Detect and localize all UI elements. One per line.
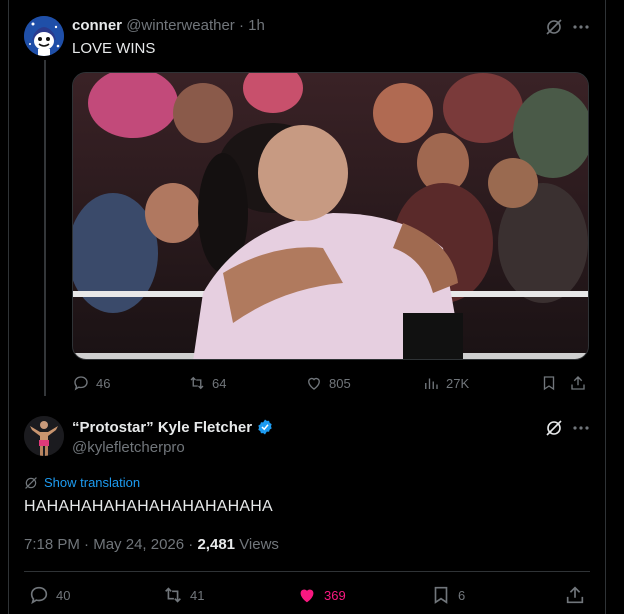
- like-button[interactable]: 805: [305, 374, 351, 392]
- tweet-actions: 46 64 805 27K: [72, 372, 590, 394]
- reply-icon: [74, 376, 88, 391]
- grok-icon[interactable]: [545, 419, 563, 437]
- share-button[interactable]: [569, 374, 587, 392]
- avatar[interactable]: [24, 416, 64, 456]
- bookmark-icon: [434, 586, 448, 604]
- bookmark-button[interactable]: [540, 374, 558, 392]
- views-count: 27K: [446, 375, 470, 391]
- more-icon[interactable]: [572, 18, 590, 36]
- repost-button[interactable]: 41: [162, 584, 204, 606]
- tweet-text: HAHAHAHAHAHAHAHAHAHAHA: [24, 498, 273, 515]
- separator: ·: [84, 536, 90, 553]
- show-translation-label: Show translation: [44, 475, 141, 490]
- display-name[interactable]: “Protostar” Kyle Fletcher: [72, 418, 274, 436]
- tweet-meta: 7:18 PM · May 24, 2026 · 2,481 Views: [24, 536, 279, 553]
- reply-count: 40: [56, 587, 71, 603]
- verified-icon: [258, 419, 272, 435]
- like-count: 369: [324, 587, 346, 603]
- repost-icon: [165, 587, 181, 603]
- share-icon: [571, 376, 585, 390]
- tweet-header: conner @winterweather · 1h: [72, 17, 265, 34]
- views-icon: [425, 378, 438, 389]
- repost-count: 41: [190, 587, 205, 603]
- like-icon: [308, 377, 320, 390]
- reply-icon: [30, 586, 48, 605]
- repost-count: 64: [212, 375, 227, 391]
- tweet-time[interactable]: 7:18 PM: [24, 536, 80, 553]
- more-icon[interactable]: [572, 419, 590, 437]
- bookmark-button[interactable]: 6: [430, 584, 465, 606]
- avatar[interactable]: [24, 16, 64, 56]
- views-count: 2,481: [197, 536, 236, 553]
- like-icon: [300, 589, 314, 603]
- tweet-photo[interactable]: [72, 72, 589, 360]
- views-button[interactable]: 27K: [422, 374, 469, 392]
- bookmark-count: 6: [458, 587, 466, 603]
- handle[interactable]: @kylefletcherpro: [72, 439, 185, 456]
- timestamp[interactable]: 1h: [248, 17, 265, 34]
- display-name-text: “Protostar” Kyle Fletcher: [72, 418, 253, 436]
- reply-button[interactable]: 40: [28, 584, 70, 606]
- grok-icon[interactable]: [545, 18, 563, 36]
- separator: ·: [238, 17, 244, 34]
- repost-icon: [190, 376, 204, 390]
- share-button[interactable]: [564, 584, 586, 606]
- thread-connector: [44, 60, 46, 396]
- like-button[interactable]: 369: [296, 584, 346, 606]
- show-translation-link[interactable]: Show translation: [24, 475, 140, 490]
- display-name[interactable]: conner: [72, 17, 122, 34]
- translate-icon: [25, 476, 37, 489]
- repost-button[interactable]: 64: [188, 374, 226, 392]
- reply-count: 46: [96, 375, 111, 391]
- views-label: Views: [239, 536, 279, 553]
- reply-button[interactable]: 46: [72, 374, 110, 392]
- tweet-actions: 40 41 369 6: [24, 584, 590, 608]
- tweet-date[interactable]: May 24, 2026: [93, 536, 184, 553]
- like-count: 805: [329, 375, 351, 391]
- divider: [24, 571, 590, 572]
- tweet-text: LOVE WINS: [72, 40, 156, 57]
- bookmark-icon: [543, 376, 555, 391]
- separator: ·: [188, 536, 194, 553]
- share-icon: [566, 586, 584, 604]
- handle[interactable]: @winterweather: [126, 17, 235, 34]
